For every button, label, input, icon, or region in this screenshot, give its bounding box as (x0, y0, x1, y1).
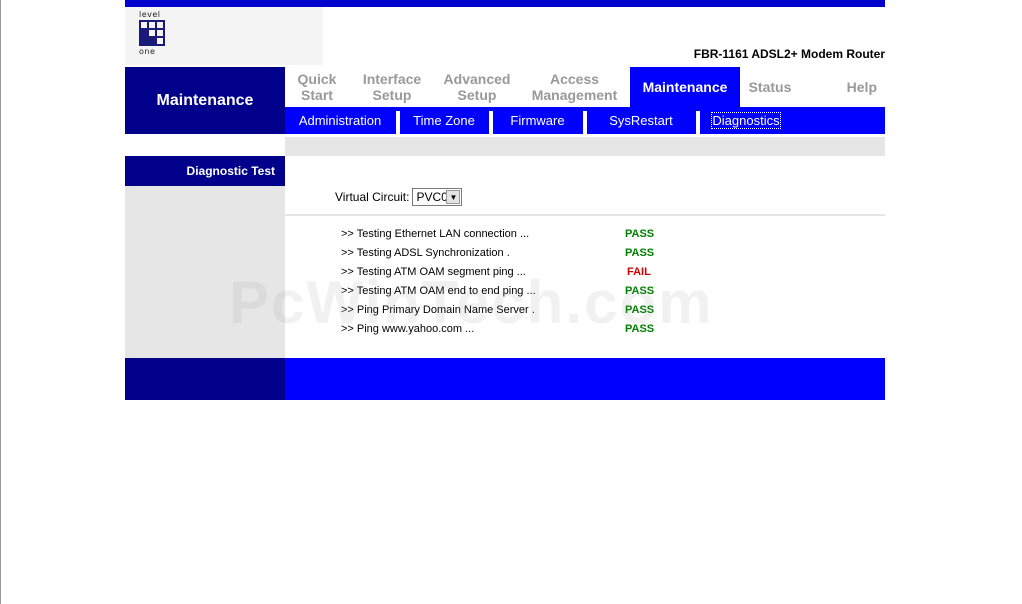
virtual-circuit-row: Virtual Circuit: PVC0 ▼ (335, 187, 463, 207)
top-bar (125, 0, 885, 7)
logo-text-top: level (139, 10, 161, 19)
footer-right-bar (285, 358, 885, 400)
test-row: >> Testing ATM OAM segment ping ... FAIL (341, 265, 701, 284)
virtual-circuit-label: Virtual Circuit: (335, 190, 410, 204)
tab-quick-start[interactable]: Quick Start (285, 67, 349, 107)
tab-status[interactable]: Status (740, 67, 800, 107)
header: level one FBR-1161 ADSL2+ Modem Router (125, 7, 885, 67)
sidebar-item-diagnostic-test: Diagnostic Test (125, 156, 285, 186)
virtual-circuit-select[interactable]: PVC0 ▼ (412, 188, 463, 206)
subnav-time-zone[interactable]: Time Zone (400, 107, 488, 134)
test-result: PASS (625, 228, 655, 240)
test-label: >> Testing ATM OAM segment ping ... (341, 266, 526, 278)
product-title: FBR-1161 ADSL2+ Modem Router (693, 47, 885, 61)
test-label: >> Ping Primary Domain Name Server . (341, 304, 535, 316)
main-tabs: Quick Start Interface Setup Advanced Set… (285, 67, 885, 107)
subnav-diagnostics-label: Diagnostics (711, 112, 781, 129)
virtual-circuit-value: PVC0 (416, 190, 448, 204)
test-row: >> Testing Ethernet LAN connection ... P… (341, 227, 701, 246)
subnav-firmware[interactable]: Firmware (493, 107, 582, 134)
test-result: PASS (625, 304, 655, 316)
content-divider (285, 214, 885, 216)
subnav-administration[interactable]: Administration (285, 107, 395, 134)
sub-navigation: Administration Time Zone Firmware SysRes… (285, 107, 885, 134)
subnav-firmware-label: Firmware (510, 113, 565, 128)
test-result: PASS (625, 247, 655, 259)
test-result: PASS (625, 285, 655, 297)
test-row: >> Testing ADSL Synchronization . PASS (341, 246, 701, 265)
test-label: >> Ping www.yahoo.com ... (341, 323, 475, 335)
tab-maintenance[interactable]: Maintenance (630, 67, 740, 107)
logo-text-bottom: one (139, 47, 156, 56)
subnav-sysrestart[interactable]: SysRestart (587, 107, 695, 134)
test-result: FAIL (627, 266, 651, 278)
test-row: >> Testing ATM OAM end to end ping ... P… (341, 284, 701, 303)
test-results-list: >> Testing Ethernet LAN connection ... P… (341, 227, 701, 341)
subnav-sysrestart-label: SysRestart (609, 113, 673, 128)
subnav-administration-label: Administration (298, 113, 382, 128)
logo-grid (139, 20, 165, 46)
footer-left-bar (125, 358, 285, 400)
chevron-down-icon[interactable]: ▼ (446, 190, 461, 204)
test-label: >> Testing ADSL Synchronization . (341, 247, 510, 259)
content-top-band (285, 137, 885, 156)
test-result: PASS (625, 323, 655, 335)
test-row: >> Ping Primary Domain Name Server . PAS… (341, 303, 701, 322)
logo-area: level one (125, 7, 323, 65)
test-row: >> Ping www.yahoo.com ... PASS (341, 322, 701, 341)
subnav-time-zone-label: Time Zone (413, 113, 475, 128)
sidebar-section-title: Maintenance (125, 67, 285, 134)
test-label: >> Testing ATM OAM end to end ping ... (341, 285, 536, 297)
tab-access-management[interactable]: Access Management (519, 67, 630, 107)
levelone-logo-icon: level one (138, 11, 168, 56)
tab-advanced-setup[interactable]: Advanced Setup (435, 67, 519, 107)
subnav-diagnostics[interactable]: Diagnostics (700, 107, 792, 134)
sidebar-column (125, 156, 285, 358)
tab-interface-setup[interactable]: Interface Setup (349, 67, 435, 107)
test-label: >> Testing Ethernet LAN connection ... (341, 228, 530, 240)
tab-help[interactable]: Help (800, 67, 885, 107)
